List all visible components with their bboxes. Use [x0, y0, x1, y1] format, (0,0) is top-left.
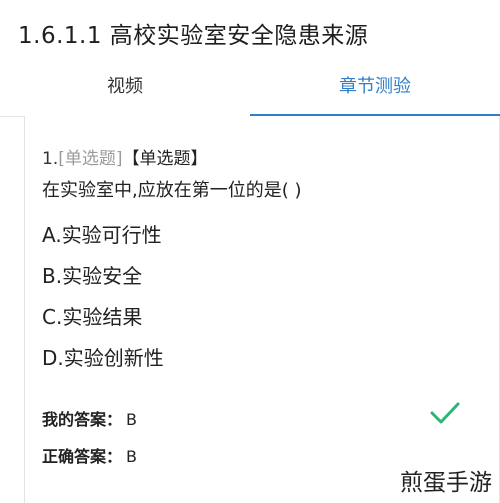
correct-answer-label: 正确答案：: [42, 447, 123, 466]
option-c[interactable]: C.实验结果: [42, 301, 142, 330]
tab-video[interactable]: 视频: [0, 64, 250, 116]
page-title: 1.6.1.1 高校实验室安全隐患来源: [18, 23, 369, 49]
my-answer-value: B: [126, 410, 137, 429]
question-stem: 在实验室中,应放在第一位的是( ): [42, 180, 302, 201]
question-type-tag: [单选题]: [58, 149, 123, 169]
question-number: 1.: [42, 149, 59, 169]
tab-chapter-quiz[interactable]: 章节测验: [250, 64, 500, 116]
question-type-tag-bold: 【单选题】: [122, 149, 208, 169]
option-b[interactable]: B.实验安全: [42, 260, 142, 289]
option-a[interactable]: A.实验可行性: [42, 219, 162, 248]
tab-chapter-quiz-label: 章节测验: [339, 76, 411, 97]
watermark-text: 煎蛋手游: [400, 470, 492, 496]
option-d[interactable]: D.实验创新性: [42, 342, 164, 371]
question-header: 1.[单选题]【单选题】: [42, 144, 208, 169]
my-answer-label: 我的答案：: [42, 410, 123, 429]
tab-bar: 视频 章节测验: [0, 64, 500, 117]
check-icon: [430, 402, 460, 424]
correct-answer-row: 正确答案： B: [42, 443, 137, 467]
question-card: 1.[单选题]【单选题】 在实验室中,应放在第一位的是( ) A.实验可行性 B…: [24, 116, 500, 503]
correct-answer-value: B: [126, 447, 137, 466]
my-answer-row: 我的答案： B: [42, 406, 137, 430]
header: 1.6.1.1 高校实验室安全隐患来源: [0, 0, 500, 64]
